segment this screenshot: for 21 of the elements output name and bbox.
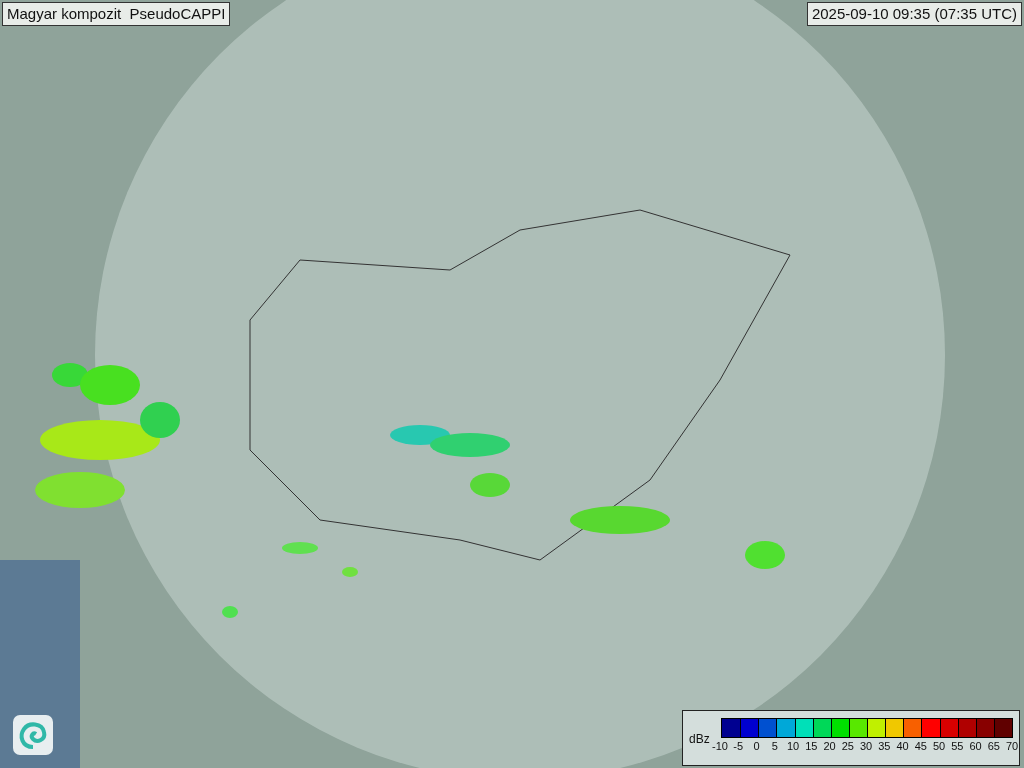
scale-tick-label: 45	[913, 740, 928, 752]
scale-tick-label: 35	[877, 740, 892, 752]
scale-tick-label: 65	[986, 740, 1001, 752]
scale-tick-label: 10	[785, 740, 801, 752]
scale-tick-label: 5	[770, 740, 779, 752]
map-title: Magyar kompozit PseudoCAPPI	[2, 2, 231, 26]
scale-tick-label: -10	[712, 740, 728, 752]
scale-tick-label: 60	[968, 740, 983, 752]
scale-tick-label: 30	[858, 740, 874, 752]
scale-tick-label: -5	[732, 740, 745, 752]
scale-tick-label: 40	[895, 740, 910, 752]
scale-tick-label: 50	[931, 740, 947, 752]
legend-unit: dBz	[689, 732, 710, 746]
timestamp: 2025-09-10 09:35 (07:35 UTC)	[806, 2, 1022, 26]
scale-tick-label: 0	[752, 740, 761, 752]
scale-tick-label: 70	[1004, 740, 1020, 752]
scale-tick-label: 20	[822, 740, 837, 752]
scale-tick-label: 55	[950, 740, 965, 752]
scale-tick-label: 15	[804, 740, 819, 752]
swirl-logo-icon	[12, 714, 54, 756]
scale-tick-label: 25	[840, 740, 855, 752]
